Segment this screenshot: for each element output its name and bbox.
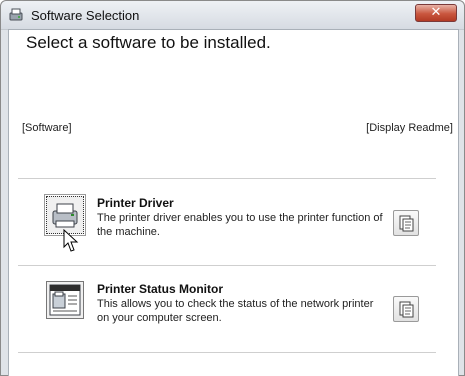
printer-status-monitor-readme-button[interactable] xyxy=(393,296,419,322)
printer-icon xyxy=(52,203,78,228)
close-button[interactable]: ✕ xyxy=(415,4,457,22)
printer-status-monitor-button[interactable] xyxy=(46,281,84,319)
readme-document-icon xyxy=(399,215,414,232)
mouse-cursor-icon xyxy=(63,229,79,252)
software-column-header: [Software] xyxy=(22,122,72,134)
divider xyxy=(18,352,436,353)
printer-driver-description: The printer driver enables you to use th… xyxy=(97,212,383,238)
printer-driver-readme-button[interactable] xyxy=(393,210,419,236)
printer-status-monitor-title: Printer Status Monitor xyxy=(97,282,224,296)
printer-driver-title: Printer Driver xyxy=(97,196,174,210)
printer-status-monitor-description: This allows you to check the status of t… xyxy=(97,298,374,324)
app-icon xyxy=(9,8,23,21)
divider xyxy=(18,178,436,179)
divider xyxy=(18,265,436,266)
title-bar[interactable]: Software Selection ✕ xyxy=(1,1,464,30)
readme-column-header: [Display Readme] xyxy=(366,122,453,134)
page-heading: Select a software to be installed. xyxy=(26,33,271,52)
status-monitor-icon xyxy=(49,284,81,316)
window-title: Software Selection xyxy=(31,8,140,23)
close-icon: ✕ xyxy=(430,5,442,20)
readme-document-icon xyxy=(399,301,414,318)
